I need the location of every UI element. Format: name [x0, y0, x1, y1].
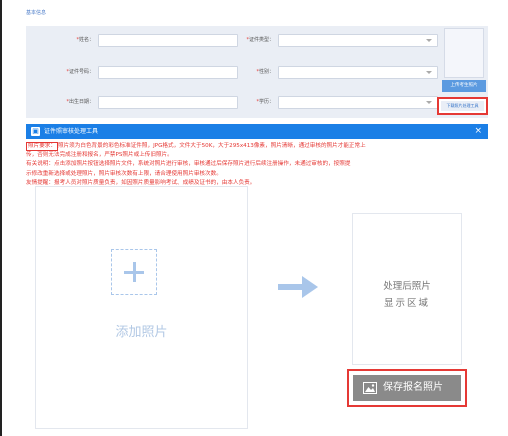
education-label: *学历：	[256, 99, 274, 105]
id-type-label: *证件类型：	[246, 37, 274, 43]
dialog-app-icon: ▣	[31, 127, 40, 136]
gender-label: *性别：	[256, 69, 274, 75]
section-title: 基本信息	[26, 10, 47, 16]
arrow-right-icon	[278, 276, 318, 298]
dialog-header: ▣ 证件照审核处理工具 ×	[26, 124, 488, 139]
photo-tool-link[interactable]: 下载照片处理工具	[437, 97, 488, 115]
birth-date-label: *出生日期：	[66, 99, 94, 105]
result-placeholder-line1: 处理后照片	[383, 281, 431, 292]
name-label: *姓名：	[76, 37, 94, 43]
save-photo-highlight: 保存报名照片	[347, 369, 467, 407]
id-number-label: *证件号码：	[66, 69, 94, 75]
close-icon[interactable]: ×	[474, 125, 482, 137]
usage-notes-cont: 示修改重新选择或处理照片，照片审核次数有上限，请合理使用照片审核次数。	[26, 170, 222, 177]
photo-requirements: 照片要求： 照片须为白色背景的彩色标准证件照，JPG格式，文件大于50K，大于29…	[26, 142, 366, 151]
gender-select[interactable]	[278, 66, 438, 79]
plus-icon[interactable]	[111, 249, 157, 295]
usage-notes: 有关说明：点击添加照片按钮选择照片文件，系统对照片进行审核，审核通过后保存照片进…	[26, 161, 351, 168]
save-photo-label[interactable]: 保存报名照片	[383, 375, 443, 401]
photo-placeholder	[444, 28, 484, 78]
add-photo-label[interactable]: 添加照片	[36, 321, 247, 340]
form-panel: *姓名： *证件类型： *证件号码： *性别： *出生日期： *学历：	[26, 26, 488, 118]
education-select[interactable]	[278, 96, 438, 109]
processed-photo-area: 处理后照片 显示区域	[352, 213, 462, 365]
id-type-select[interactable]	[278, 34, 438, 47]
image-icon	[363, 382, 377, 394]
add-photo-area[interactable]: 添加照片	[35, 186, 248, 429]
result-placeholder-line2: 显示区域	[383, 298, 430, 309]
photo-req-label: 照片要求：	[26, 142, 58, 151]
dialog-title: 证件照审核处理工具	[44, 128, 99, 135]
upload-photo-button[interactable]: 上传考生照片	[442, 80, 486, 92]
save-photo-button[interactable]: 保存报名照片	[353, 375, 461, 401]
dialog-notes: 照片要求： 照片须为白色背景的彩色标准证件照，JPG格式，文件大于50K，大于29…	[26, 142, 496, 188]
photo-tool-label[interactable]: 下载照片处理工具	[441, 101, 484, 111]
window-border	[0, 0, 2, 436]
photo-requirements-cont: 传，否则无法完成注册和报名，严禁PS照片或上传旧照片。	[26, 152, 173, 159]
